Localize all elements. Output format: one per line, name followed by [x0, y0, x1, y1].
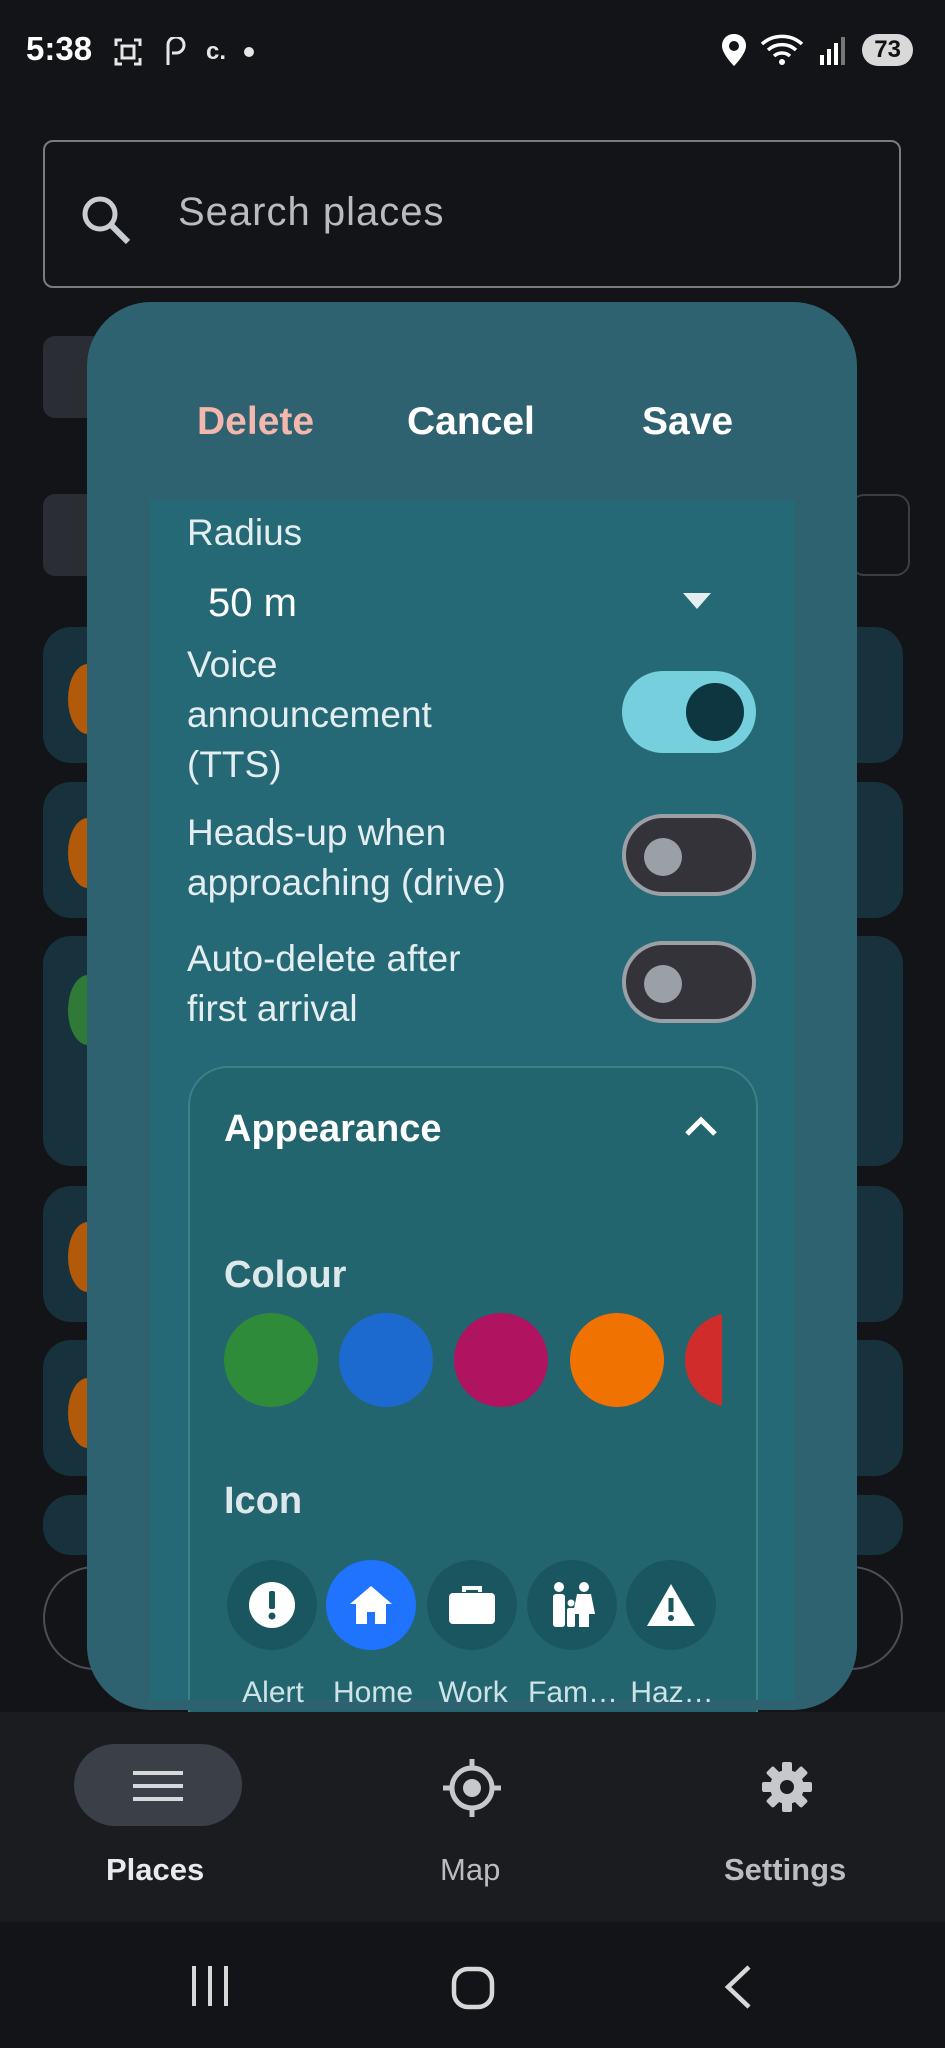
signal-icon [820, 37, 846, 65]
toggle-knob [644, 838, 682, 876]
colour-label: Colour [224, 1254, 347, 1296]
delete-button[interactable]: Delete [197, 400, 314, 444]
colour-swatch-blue[interactable] [339, 1313, 433, 1407]
colour-swatch-green[interactable] [224, 1313, 318, 1407]
icon-option-family[interactable] [527, 1560, 621, 1650]
icon-label-alert: Alert [242, 1676, 304, 1709]
nav-places[interactable]: Places [106, 1852, 204, 1888]
battery-badge: 73 [862, 34, 913, 66]
dropdown-arrow-icon[interactable] [683, 593, 711, 609]
colour-swatch-row [224, 1313, 722, 1407]
auto-delete-toggle[interactable] [622, 941, 756, 1023]
hazard-icon [626, 1560, 716, 1650]
tts-toggle[interactable] [622, 671, 756, 753]
toggle-label-tts: Voice announcement (TTS) [187, 644, 432, 785]
colour-swatch-red[interactable] [685, 1313, 722, 1407]
icon-label: Icon [224, 1480, 303, 1522]
search-icon [82, 196, 131, 245]
icon-option-hazard[interactable] [626, 1560, 720, 1650]
icon-option-home[interactable] [326, 1560, 420, 1650]
notification-icon [166, 37, 186, 65]
appearance-title[interactable]: Appearance [224, 1108, 442, 1151]
toggle-knob [686, 683, 744, 741]
status-left-icons: c. [112, 36, 255, 68]
menu-icon[interactable] [133, 1770, 183, 1802]
colour-swatch-magenta[interactable] [454, 1313, 548, 1407]
dot-icon [244, 47, 255, 57]
wifi-icon [761, 34, 804, 65]
chevron-up-icon[interactable] [684, 1115, 718, 1137]
nav-map[interactable]: Map [440, 1852, 500, 1888]
alert-icon [227, 1560, 317, 1650]
heads-up-toggle[interactable] [622, 814, 756, 896]
back-icon[interactable] [723, 1964, 753, 2010]
location-icon [722, 34, 747, 66]
icon-label-home: Home [332, 1676, 414, 1709]
cancel-button[interactable]: Cancel [407, 400, 535, 444]
icon-option-work[interactable] [427, 1560, 521, 1650]
c-icon: c. [206, 38, 227, 65]
save-button[interactable]: Save [642, 400, 733, 444]
radius-value[interactable]: 50 m [208, 578, 297, 628]
icon-label-hazard: Haz… [630, 1676, 714, 1709]
colour-swatch-orange[interactable] [570, 1313, 664, 1407]
status-time: 5:38 [26, 30, 93, 67]
nav-settings[interactable]: Settings [724, 1852, 846, 1888]
bg-chip-right[interactable] [850, 494, 910, 576]
home-nav-icon[interactable] [451, 1966, 495, 2010]
work-icon [427, 1560, 517, 1650]
toggle-knob [644, 965, 682, 1003]
icon-option-alert[interactable] [227, 1560, 321, 1650]
screenshot-icon [114, 38, 142, 66]
status-right-icons: 73 [722, 34, 913, 66]
search-input[interactable]: Search places [178, 190, 444, 235]
icon-label-work: Work [438, 1676, 508, 1709]
toggle-label-auto-delete: Auto-delete after first arrival [187, 938, 461, 1029]
radius-label: Radius [187, 512, 303, 553]
recent-apps-icon[interactable] [188, 1966, 232, 2006]
home-icon [326, 1560, 416, 1650]
appearance-section [188, 1066, 758, 1766]
toggle-label-heads-up: Heads-up when approaching (drive) [187, 812, 506, 903]
family-icon [527, 1560, 617, 1650]
search-bar[interactable] [43, 140, 901, 288]
gps-target-icon[interactable] [441, 1757, 503, 1819]
gear-icon[interactable] [760, 1760, 814, 1814]
icon-label-family: Fam… [528, 1676, 618, 1709]
